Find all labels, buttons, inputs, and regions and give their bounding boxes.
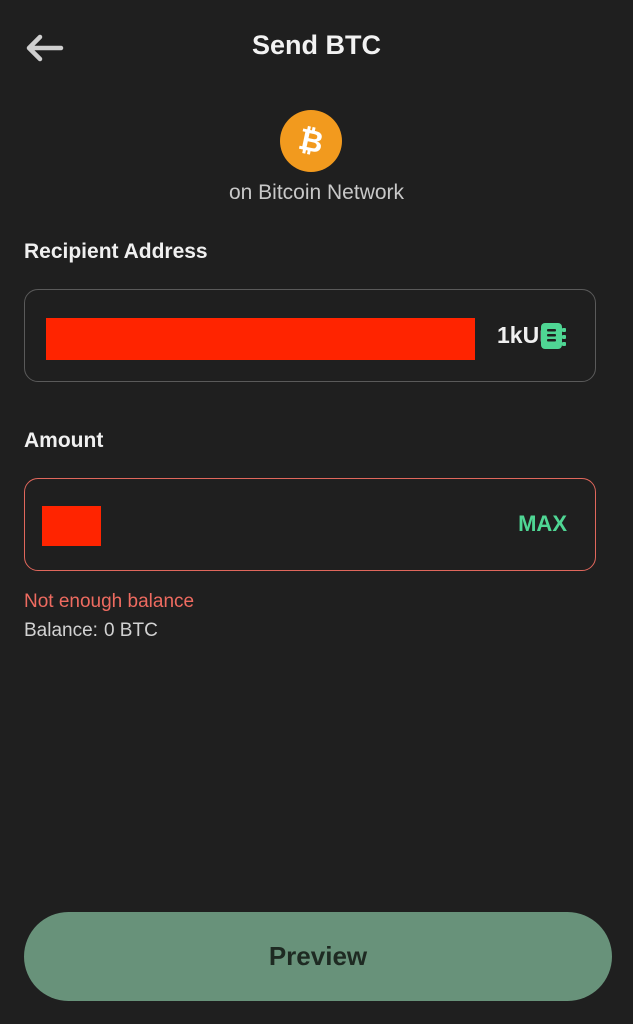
balance-value: 0 BTC <box>103 620 158 641</box>
recipient-address-field[interactable]: 1kUι <box>24 289 596 382</box>
balance-text: Balance: 0 BTC <box>24 620 164 642</box>
amount-label: Amount <box>24 429 104 452</box>
preview-button[interactable]: Preview <box>24 912 612 1001</box>
amount-input[interactable]: MAX <box>24 478 596 571</box>
address-book-button[interactable] <box>537 320 569 352</box>
redacted-amount <box>42 506 101 546</box>
address-book-icon <box>541 323 566 349</box>
page-title: Send BTC <box>251 30 381 60</box>
error-message: Not enough balance <box>24 591 195 612</box>
network-label: on Bitcoin Network <box>228 181 405 204</box>
header: Send BTC <box>0 0 633 96</box>
balance-label: Balance: <box>24 620 98 641</box>
redacted-address <box>46 318 475 360</box>
svg-text:₿: ₿ <box>295 122 326 161</box>
bitcoin-icon: ₿ <box>280 110 342 172</box>
max-button[interactable]: MAX <box>518 511 567 537</box>
recipient-address-label: Recipient Address <box>24 240 208 263</box>
